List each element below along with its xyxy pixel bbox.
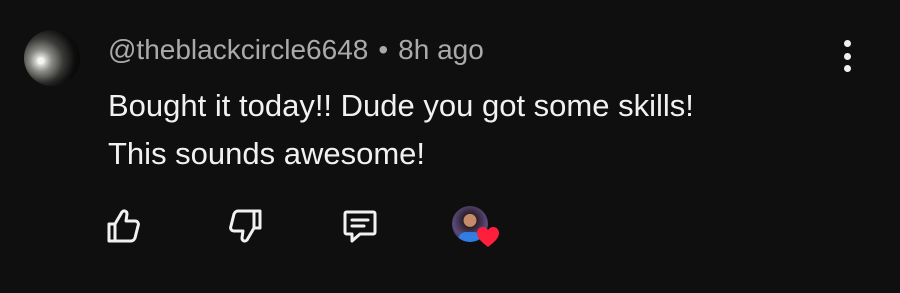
commenter-avatar[interactable] <box>24 30 80 86</box>
reply-button[interactable] <box>340 206 380 246</box>
comment-text: Bought it today!! Dude you got some skil… <box>108 82 848 178</box>
more-options-button[interactable] <box>830 36 864 76</box>
comment-header: @theblackcircle6648 • 8h ago <box>108 30 484 70</box>
heart-icon <box>477 227 499 247</box>
thumbs-down-icon <box>229 209 262 243</box>
dislike-button[interactable] <box>226 206 266 246</box>
separator: • <box>378 34 389 65</box>
comment-text-line: Bought it today!! Dude you got some skil… <box>108 88 694 123</box>
creator-heart-badge[interactable] <box>452 206 500 250</box>
like-button[interactable] <box>103 206 143 246</box>
comment-timestamp[interactable]: 8h ago <box>398 34 484 66</box>
author-handle[interactable]: @theblackcircle6648 <box>108 34 368 66</box>
thumbs-up-icon <box>107 209 140 243</box>
comment-text-line: This sounds awesome! <box>108 136 426 171</box>
comment: @theblackcircle6648 • 8h ago Bought it t… <box>0 0 900 293</box>
reply-icon <box>343 210 377 243</box>
